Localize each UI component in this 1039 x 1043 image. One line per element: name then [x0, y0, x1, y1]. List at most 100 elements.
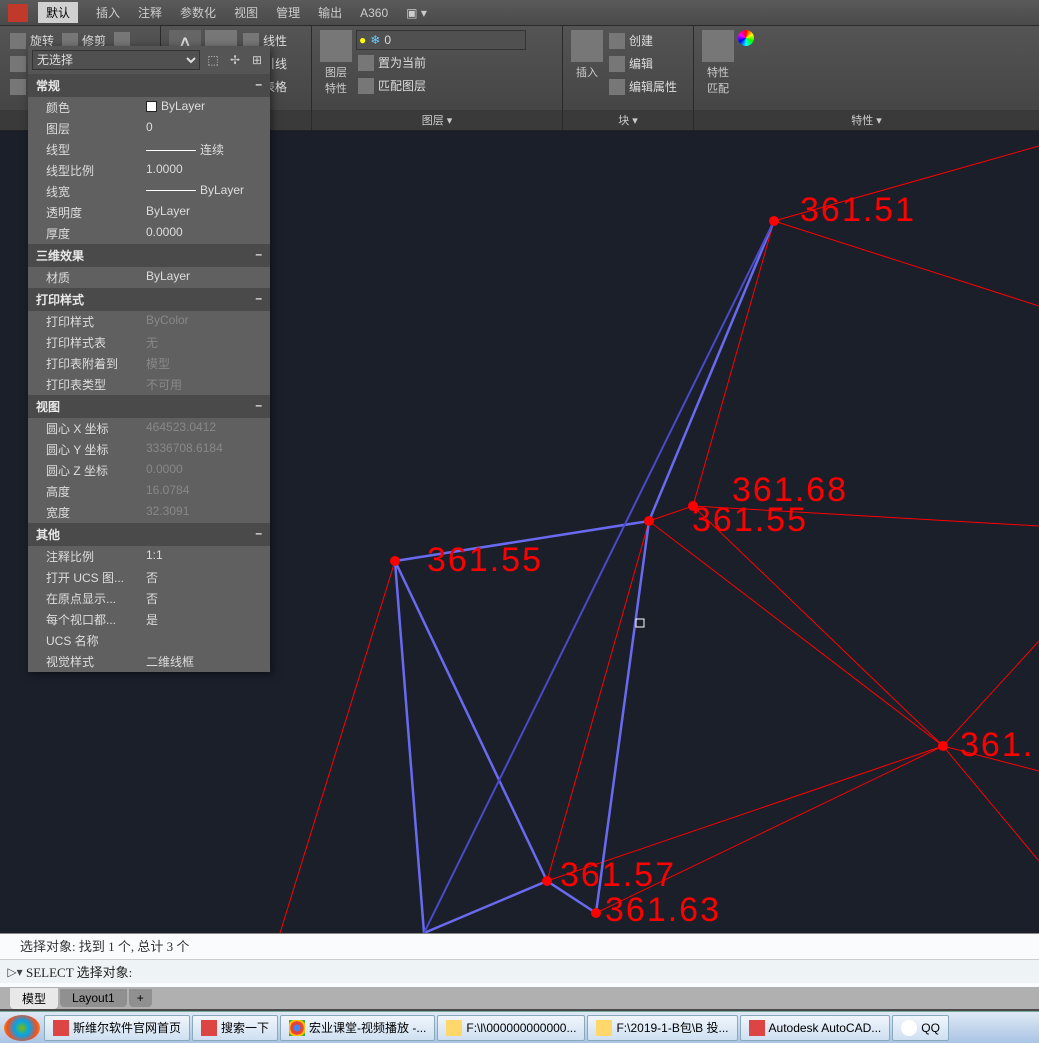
setcurrent-button[interactable]: 置为当前 [356, 52, 554, 73]
annoscale-value[interactable]: 1:1 [146, 548, 262, 565]
layer-value[interactable]: 0 [146, 120, 262, 137]
insert-icon[interactable] [571, 30, 603, 62]
windows-taskbar: 斯维尔软件官网首页 搜索一下 宏业课堂-视频播放 -... F:\l\00000000… [0, 1011, 1039, 1043]
svg-text:361.: 361. [960, 726, 1034, 764]
menu-overflow-icon[interactable]: ▣ ▾ [406, 6, 427, 20]
lweight-value[interactable]: ByLayer [146, 183, 262, 200]
mirror-icon [10, 56, 26, 72]
taskbar-label: 宏业课堂-视频播放 -... [309, 1019, 426, 1036]
taskbar-item[interactable]: F:\2019-1-B包\B 投... [587, 1015, 737, 1041]
editattr-button[interactable]: 编辑属性 [607, 76, 679, 97]
color-picker-icon[interactable] [738, 30, 754, 46]
taskbar-item[interactable]: QQ [892, 1015, 949, 1041]
rotate-icon [10, 33, 26, 49]
matchlayer-icon [358, 78, 374, 94]
command-line[interactable]: ▷▾ SELECT 选择对象: [0, 959, 1039, 983]
matchprop-icon[interactable] [702, 30, 734, 62]
lscale-value[interactable]: 1.0000 [146, 162, 262, 179]
command-cursor-icon: ▷▾ [4, 964, 26, 980]
matchlayer-button[interactable]: 匹配图层 [356, 75, 554, 96]
tab-model[interactable]: 模型 [10, 988, 58, 1009]
plottable-value[interactable]: 无 [146, 334, 262, 351]
layerprops-icon[interactable] [320, 30, 352, 62]
menu-bar: 默认 插入 注释 参数化 视图 管理 输出 A360 ▣ ▾ [0, 0, 1039, 26]
layer-dropdown[interactable]: ●❄0 [356, 30, 526, 50]
panel-layer-title[interactable]: 图层 ▾ [312, 110, 562, 130]
matchprop-label: 特性 匹配 [707, 64, 729, 96]
properties-panel: 无选择 ⬚ ✢ ⊞ 常规– 颜色ByLayer 图层0 线型连续 线型比例1.0… [28, 46, 270, 672]
menu-default[interactable]: 默认 [38, 2, 78, 23]
menu-annotate[interactable]: 注释 [138, 4, 162, 21]
origin-value[interactable]: 否 [146, 590, 262, 607]
start-button[interactable] [4, 1015, 40, 1041]
panel-block-title[interactable]: 块 ▾ [563, 110, 693, 130]
create-icon [609, 33, 625, 49]
group-general[interactable]: 常规– [28, 74, 270, 97]
taskbar-label: Autodesk AutoCAD... [769, 1021, 882, 1035]
menu-a360[interactable]: A360 [360, 6, 388, 20]
group-other[interactable]: 其他– [28, 523, 270, 546]
group-view[interactable]: 视图– [28, 395, 270, 418]
taskbar-item[interactable]: 搜索一下 [192, 1015, 278, 1041]
collapse-icon[interactable]: – [255, 77, 262, 94]
acad-icon [749, 1020, 765, 1036]
cz-value[interactable]: 0.0000 [146, 462, 262, 479]
menu-view[interactable]: 视图 [234, 4, 258, 21]
folder-icon [596, 1020, 612, 1036]
taskbar-item[interactable]: 斯维尔软件官网首页 [44, 1015, 190, 1041]
vp-value[interactable]: 是 [146, 611, 262, 628]
layout-tabs: 模型 Layout1 + [0, 987, 1039, 1009]
ltype-value[interactable]: 连续 [146, 141, 262, 158]
taskbar-label: 斯维尔软件官网首页 [73, 1019, 181, 1036]
tab-layout1[interactable]: Layout1 [60, 989, 127, 1007]
qq-icon [901, 1020, 917, 1036]
panel-props-title[interactable]: 特性 ▾ [694, 110, 1039, 130]
height-value[interactable]: 16.0784 [146, 483, 262, 500]
menu-insert[interactable]: 插入 [96, 4, 120, 21]
taskbar-item[interactable]: Autodesk AutoCAD... [740, 1015, 891, 1041]
svg-text:361.55: 361.55 [692, 501, 808, 539]
thick-value[interactable]: 0.0000 [146, 225, 262, 242]
taskbar-label: 搜索一下 [221, 1019, 269, 1036]
quickselect-icon[interactable]: ⬚ [204, 51, 222, 69]
taskbar-item[interactable]: 宏业课堂-视频播放 -... [280, 1015, 435, 1041]
color-swatch[interactable] [146, 101, 157, 112]
plotstyle-value: ByColor [146, 313, 262, 330]
group-plot[interactable]: 打印样式– [28, 288, 270, 311]
editattr-icon [609, 79, 625, 95]
plotattached-value: 模型 [146, 355, 262, 372]
taskbar-label: F:\2019-1-B包\B 投... [616, 1019, 728, 1036]
search-icon [201, 1020, 217, 1036]
pickadd-icon[interactable]: ⊞ [248, 51, 266, 69]
ucsopen-value[interactable]: 否 [146, 569, 262, 586]
menu-manage[interactable]: 管理 [276, 4, 300, 21]
svg-text:361.51: 361.51 [800, 191, 916, 229]
create-button[interactable]: 创建 [607, 30, 679, 51]
select-icon[interactable]: ✢ [226, 51, 244, 69]
width-value[interactable]: 32.3091 [146, 504, 262, 521]
editblk-icon [609, 56, 625, 72]
taskbar-item[interactable]: F:\l\000000000000... [437, 1015, 585, 1041]
app-logo [8, 4, 28, 22]
editblk-button[interactable]: 编辑 [607, 53, 679, 74]
taskbar-label: QQ [921, 1021, 940, 1035]
tab-add[interactable]: + [129, 989, 152, 1007]
group-3d[interactable]: 三维效果– [28, 244, 270, 267]
cx-value[interactable]: 464523.0412 [146, 420, 262, 437]
ie-icon [53, 1020, 69, 1036]
transp-value[interactable]: ByLayer [146, 204, 262, 221]
layerprops-label: 图层 特性 [325, 64, 347, 96]
vstyle-value[interactable]: 二维线框 [146, 653, 262, 670]
material-value[interactable]: ByLayer [146, 269, 262, 286]
chrome-icon [289, 1020, 305, 1036]
selection-dropdown[interactable]: 无选择 [32, 50, 200, 70]
menu-param[interactable]: 参数化 [180, 4, 216, 21]
taskbar-label: F:\l\000000000000... [466, 1021, 576, 1035]
svg-text:361.57: 361.57 [560, 856, 676, 894]
ucsname-value[interactable] [146, 632, 262, 649]
cy-value[interactable]: 3336708.6184 [146, 441, 262, 458]
scale-icon [10, 79, 26, 95]
command-prompt: SELECT 选择对象: [26, 962, 1035, 981]
menu-output[interactable]: 输出 [318, 4, 342, 21]
svg-text:361.63: 361.63 [605, 891, 721, 929]
